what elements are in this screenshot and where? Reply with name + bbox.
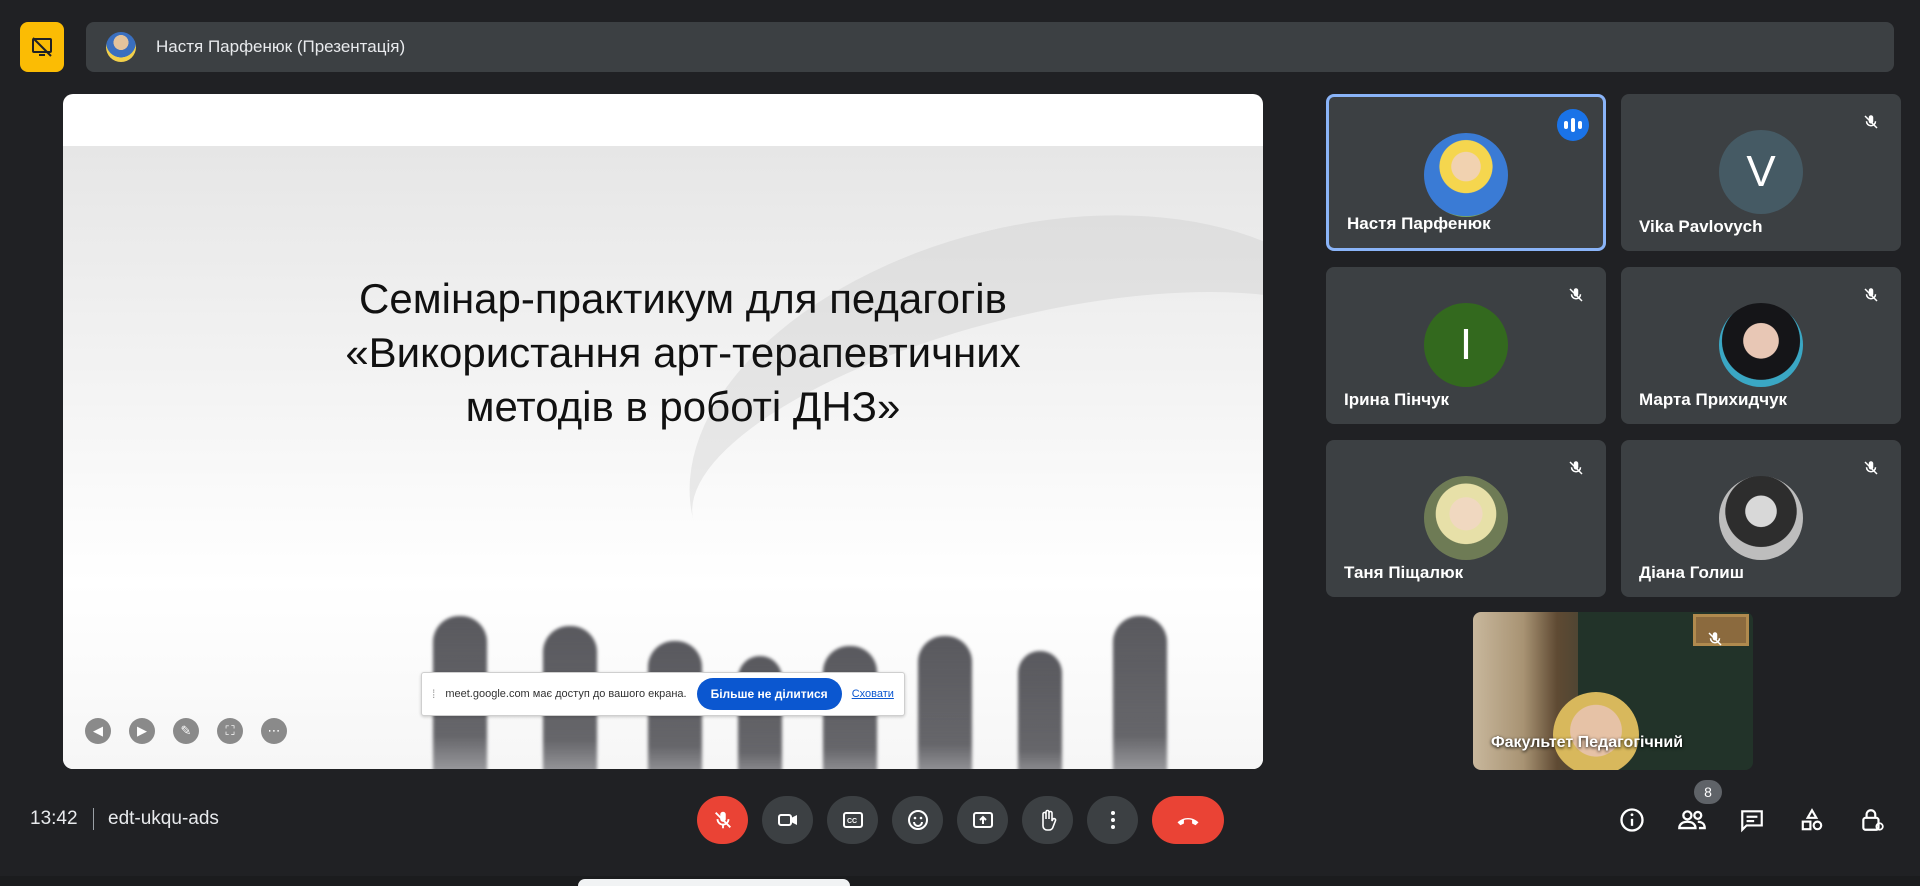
present-screen-button[interactable]: [957, 796, 1008, 844]
camera-toggle-button[interactable]: [762, 796, 813, 844]
participant-tile[interactable]: Діана Голиш: [1621, 440, 1901, 597]
self-video-person: [1553, 692, 1639, 770]
host-controls-icon: [1862, 809, 1884, 831]
camera-icon: [777, 814, 797, 826]
participant-avatar: [1424, 476, 1508, 560]
meeting-details-button[interactable]: [1612, 796, 1652, 844]
drag-handle-icon[interactable]: ⁞: [432, 687, 435, 701]
slide-title-line: Семінар-практикум для педагогів: [359, 275, 1007, 322]
hide-link[interactable]: Сховати: [852, 688, 894, 700]
mic-toggle-button[interactable]: [697, 796, 748, 844]
participant-avatar: [1719, 476, 1803, 560]
participant-tile[interactable]: Марта Прихидчук: [1621, 267, 1901, 424]
emoji-button[interactable]: [892, 796, 943, 844]
presenter-avatar: [106, 32, 136, 62]
meeting-code: edt-ukqu-ads: [108, 808, 219, 829]
more-options-icon: [1110, 811, 1115, 829]
activities-button[interactable]: [1792, 796, 1832, 844]
previous-slide-icon[interactable]: ◀: [85, 718, 111, 744]
people-button[interactable]: [1672, 796, 1712, 844]
slide-title: Семінар-практикум для педагогів «Викорис…: [223, 272, 1143, 434]
slide-title-line: «Використання арт-терапевтичних: [345, 329, 1021, 376]
slide-photo-people: [393, 566, 1263, 769]
mic-off-icon: [1564, 283, 1588, 307]
participant-avatar: V: [1719, 130, 1803, 214]
chat-button[interactable]: [1732, 796, 1772, 844]
mic-off-icon: [1564, 456, 1588, 480]
mic-off-icon: [714, 811, 731, 829]
participant-name: Діана Голиш: [1639, 563, 1744, 582]
emoji-icon: [907, 810, 928, 830]
share-message: meet.google.com має доступ до вашого екр…: [445, 688, 687, 700]
meeting-clock: 13:42: [30, 808, 78, 829]
present-screen-icon: [972, 812, 993, 828]
side-panel-controls: [1612, 796, 1892, 844]
participant-name: Настя Парфенюк: [1347, 214, 1491, 233]
participant-name: Ірина Пінчук: [1344, 390, 1450, 409]
speaking-indicator-icon: [1557, 109, 1589, 141]
pen-icon[interactable]: ✎: [173, 718, 199, 744]
host-controls-button[interactable]: [1852, 796, 1892, 844]
presentation-stage: Семінар-практикум для педагогів «Викорис…: [63, 94, 1263, 769]
mic-off-icon: [1859, 456, 1883, 480]
raise-hand-button[interactable]: [1022, 796, 1073, 844]
end-call-icon: [1177, 817, 1199, 826]
participant-avatar: [1719, 303, 1803, 387]
fullscreen-icon[interactable]: ⛶: [217, 718, 243, 744]
taskbar-search[interactable]: [578, 879, 850, 886]
mic-off-icon: [1859, 110, 1883, 134]
slide-controls: ◀ ▶ ✎ ⛶ ⋯: [85, 718, 287, 744]
participant-name: Таня Піщалюк: [1344, 563, 1464, 582]
captions-button[interactable]: CC: [827, 796, 878, 844]
chat-icon: [1741, 810, 1763, 833]
presentation-off-icon[interactable]: [20, 22, 64, 72]
info-icon: [1620, 808, 1644, 832]
self-name: Факультет Педагогічний: [1491, 734, 1684, 751]
participant-tile[interactable]: Настя Парфенюк: [1326, 94, 1606, 251]
self-view-tile[interactable]: Факультет Педагогічний: [1473, 612, 1753, 770]
mic-off-icon: [1859, 283, 1883, 307]
more-options-button[interactable]: [1087, 796, 1138, 844]
mic-off-icon: [1706, 630, 1724, 653]
os-taskbar: [0, 876, 1920, 886]
participant-name: Vika Pavlovych: [1639, 217, 1763, 236]
participant-name: Марта Прихидчук: [1639, 390, 1788, 409]
participant-avatar: [1424, 133, 1508, 217]
participant-tile[interactable]: Таня Піщалюк: [1326, 440, 1606, 597]
captions-icon: CC: [842, 812, 863, 828]
participant-tile[interactable]: I Ірина Пінчук: [1326, 267, 1606, 424]
activities-icon: [1801, 808, 1823, 831]
participant-tile[interactable]: V Vika Pavlovych: [1621, 94, 1901, 251]
presenter-bar[interactable]: Настя Парфенюк (Презентація): [86, 22, 1894, 72]
svg-text:CC: CC: [847, 818, 857, 825]
participant-avatar: I: [1424, 303, 1508, 387]
people-icon: [1678, 810, 1706, 830]
divider: [93, 808, 94, 830]
more-slide-options-icon[interactable]: ⋯: [261, 718, 287, 744]
end-call-button[interactable]: [1152, 796, 1224, 844]
stop-sharing-button[interactable]: Більше не ділитися: [696, 678, 842, 710]
next-slide-icon[interactable]: ▶: [129, 718, 155, 744]
slide-title-line: методів в роботі ДНЗ»: [465, 383, 901, 430]
presenter-label: Настя Парфенюк (Презентація): [156, 37, 406, 56]
raise-hand-icon: [1041, 809, 1056, 831]
screen-share-notice: ⁞ meet.google.com має доступ до вашого е…: [421, 672, 905, 716]
call-controls: CC: [697, 796, 1224, 844]
